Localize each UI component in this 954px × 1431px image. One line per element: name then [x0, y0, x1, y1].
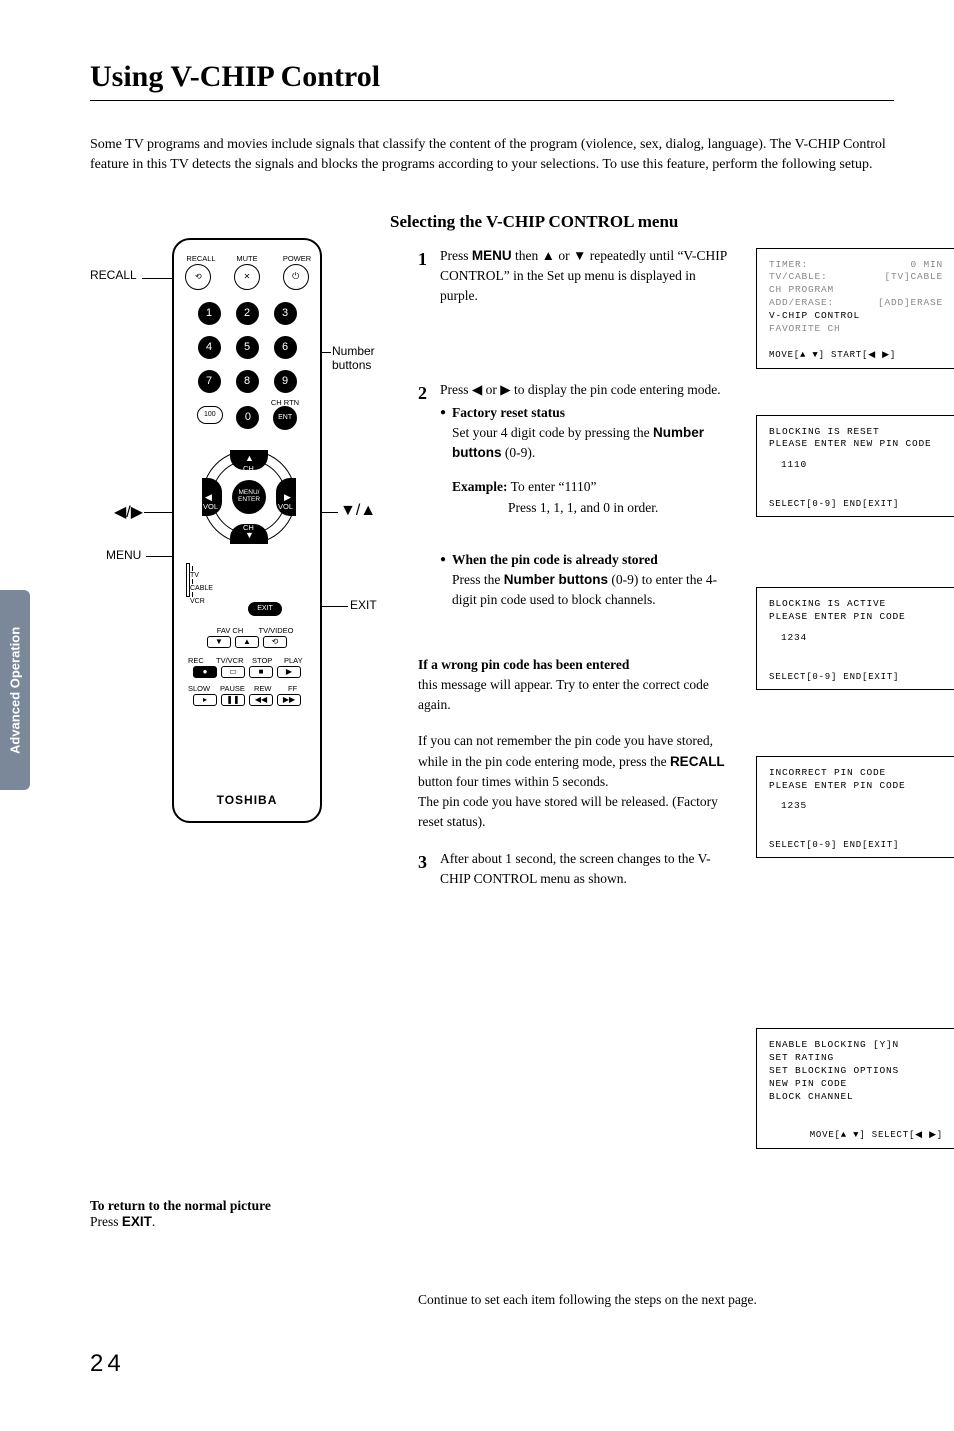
wrong-pin-section: If a wrong pin code has been entered thi…: [418, 655, 728, 833]
page-title: Using V-CHIP Control: [90, 60, 894, 101]
lbl-power: POWER: [282, 254, 312, 263]
num-0[interactable]: 0: [236, 406, 259, 429]
callout-number: Number buttons: [332, 344, 390, 372]
exit-button[interactable]: EXIT: [248, 602, 282, 616]
tvvideo-button[interactable]: ⟲: [263, 636, 287, 648]
callout-recall: RECALL: [90, 268, 137, 282]
stop-button[interactable]: ■: [249, 666, 273, 678]
osd-vchip-menu: ENABLE BLOCKING [Y]N SET RATING SET BLOC…: [756, 1028, 954, 1148]
favch-down[interactable]: ▼: [207, 636, 231, 648]
num-7[interactable]: 7: [198, 370, 221, 393]
ff-button[interactable]: ▶▶: [277, 694, 301, 706]
page-number: 24: [90, 1350, 894, 1378]
callout-arrows-ud: ▼/▲: [340, 502, 376, 520]
num-6[interactable]: 6: [274, 336, 297, 359]
lbl-stop: STOP: [252, 656, 272, 665]
tvvcr-button[interactable]: ▭: [221, 666, 245, 678]
num-3[interactable]: 3: [274, 302, 297, 325]
callout-exit: EXIT: [350, 598, 377, 612]
osd-incorrect: INCORRECT PIN CODE PLEASE ENTER PIN CODE…: [756, 756, 954, 859]
lbl-rew: REW: [254, 684, 272, 693]
num-1[interactable]: 1: [198, 302, 221, 325]
lbl-mute: MUTE: [232, 254, 262, 263]
lbl-ff: FF: [288, 684, 297, 693]
remote-diagram: RECALL Number buttons ◀/▶ ▼/▲ MENU EXIT …: [90, 238, 390, 878]
return-note: To return to the normal picture Press EX…: [90, 1198, 390, 1230]
step-2: 2 Press ◀ or ▶ to display the pin code e…: [418, 380, 728, 610]
num-5[interactable]: 5: [236, 336, 259, 359]
power-button[interactable]: ⏻: [283, 264, 309, 290]
step-3: 3 After about 1 second, the screen chang…: [418, 849, 728, 890]
num-4[interactable]: 4: [198, 336, 221, 359]
lbl-vol-l: VOL: [203, 502, 218, 511]
num-100[interactable]: 100: [197, 406, 223, 424]
lbl-tvvideo: TV/VIDEO: [256, 626, 296, 635]
ent-button[interactable]: ENT: [273, 406, 297, 430]
intro-text: Some TV programs and movies include sign…: [90, 135, 894, 176]
lbl-favch: FAV CH: [210, 626, 250, 635]
pause-button[interactable]: ❚❚: [221, 694, 245, 706]
brand-label: TOSHIBA: [174, 793, 320, 807]
callout-arrows-lr: ◀/▶: [114, 502, 143, 522]
lbl-recall: RECALL: [186, 254, 216, 263]
play-button[interactable]: ▶: [277, 666, 301, 678]
callout-menu: MENU: [106, 548, 141, 562]
lbl-play: PLAY: [284, 656, 303, 665]
favch-up[interactable]: ▲: [235, 636, 259, 648]
num-2[interactable]: 2: [236, 302, 259, 325]
osd-setup: TIMER:0 MIN TV/CABLE:[TV]CABLE CH PROGRA…: [756, 248, 954, 369]
continue-note: Continue to set each item following the …: [418, 1290, 894, 1310]
recall-button[interactable]: ⟲: [185, 264, 211, 290]
osd-reset: BLOCKING IS RESET PLEASE ENTER NEW PIN C…: [756, 415, 954, 518]
lbl-tvvcr: TV/VCR: [216, 656, 244, 665]
osd-active: BLOCKING IS ACTIVE PLEASE ENTER PIN CODE…: [756, 587, 954, 690]
rec-button[interactable]: ●: [193, 666, 217, 678]
lbl-cable: CABLE: [190, 585, 213, 592]
mute-button[interactable]: ✕: [234, 264, 260, 290]
lbl-tv: TV: [190, 572, 199, 579]
num-9[interactable]: 9: [274, 370, 297, 393]
lbl-slow: SLOW: [188, 684, 210, 693]
num-8[interactable]: 8: [236, 370, 259, 393]
menu-enter-button[interactable]: MENU/ ENTER: [232, 480, 266, 514]
lbl-ch-dn: CH: [243, 523, 254, 532]
lbl-pause: PAUSE: [220, 684, 245, 693]
rew-button[interactable]: ◀◀: [249, 694, 273, 706]
step-1: 1 Press MENU then ▲ or ▼ repeatedly unti…: [418, 246, 728, 307]
lbl-vol-r: VOL: [278, 502, 293, 511]
slow-button[interactable]: ▸: [193, 694, 217, 706]
lbl-rec: REC: [188, 656, 204, 665]
lbl-ch-up: CH: [243, 464, 254, 473]
lbl-vcr: VCR: [190, 598, 205, 605]
return-title: To return to the normal picture: [90, 1198, 271, 1213]
